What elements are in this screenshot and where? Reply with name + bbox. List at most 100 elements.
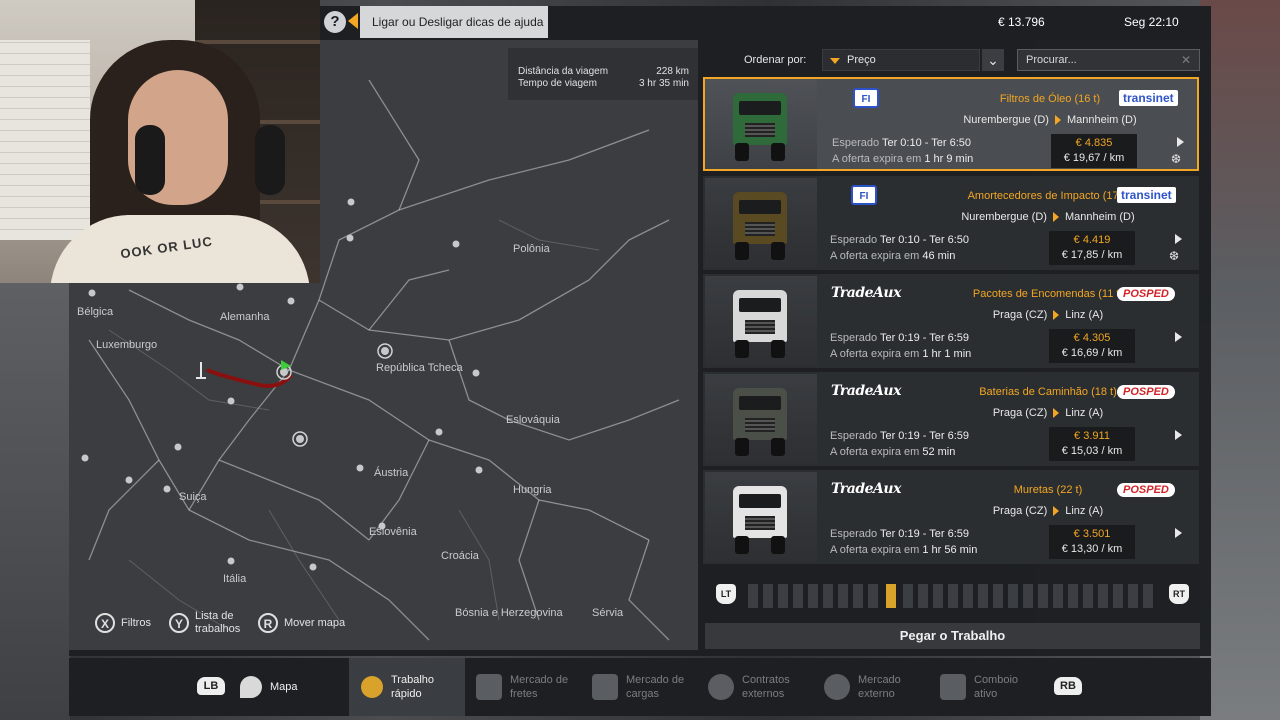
job-price: € 4.835 (1075, 137, 1113, 149)
page-indicator[interactable] (838, 584, 848, 608)
tab-mercado-fretes[interactable]: Mercado de fretes (476, 658, 568, 716)
page-indicator[interactable] (933, 584, 943, 608)
tab-mercado-cargas[interactable]: Mercado de cargas (592, 658, 684, 716)
page-indicator-active[interactable] (886, 584, 896, 608)
job-expected: Esperado Ter 0:19 - Ter 6:59 (830, 528, 970, 540)
source-company-logo: FI (851, 185, 877, 205)
job-route: Nurembergue (D) Mannheim (D) (963, 114, 1137, 126)
page-indicator[interactable] (778, 584, 788, 608)
page-indicator[interactable] (903, 584, 913, 608)
job-price-per-km: € 13,30 / km (1061, 543, 1123, 555)
take-job-button[interactable]: Pegar o Trabalho (705, 623, 1200, 649)
globe-icon (708, 674, 734, 700)
sort-value: Preço (847, 54, 876, 66)
page-indicator[interactable] (948, 584, 958, 608)
page-indicator[interactable] (1008, 584, 1018, 608)
route-arrow-icon (1053, 310, 1060, 321)
job-price-box: € 4.419 € 17,85 / km (1049, 231, 1135, 265)
job-expires: A oferta expira em 1 hr 1 min (830, 348, 972, 360)
tab-mapa[interactable]: Mapa (240, 658, 298, 716)
tab-comboio-ativo[interactable]: Comboio ativo (940, 658, 1018, 716)
job-row[interactable]: TradeAux Pacotes de Encomendas (11 t) PO… (703, 274, 1199, 368)
tab-contratos-externos[interactable]: Contratos externos (708, 658, 790, 716)
page-indicator[interactable] (1068, 584, 1078, 608)
job-row[interactable]: TradeAux Baterias de Caminhão (18 t) POS… (703, 372, 1199, 466)
trip-distance-label: Distância da viagem (518, 66, 609, 77)
job-pager: LT RT (712, 580, 1200, 610)
close-icon[interactable]: ✕ (1181, 53, 1191, 67)
page-indicator[interactable] (1098, 584, 1108, 608)
convoy-icon (940, 674, 966, 700)
source-company-logo: TradeAux (831, 481, 901, 497)
page-indicator[interactable] (763, 584, 773, 608)
source-company-logo: TradeAux (831, 285, 901, 301)
search-input[interactable] (1017, 49, 1200, 71)
sort-dropdown[interactable]: Preço (822, 49, 980, 71)
job-expires: A oferta expira em 52 min (830, 446, 956, 458)
page-indicator[interactable] (1128, 584, 1138, 608)
page-indicator[interactable] (808, 584, 818, 608)
job-price-per-km: € 16,69 / km (1061, 347, 1123, 359)
help-tooltip: Ligar ou Desligar dicas de ajuda (360, 6, 548, 38)
destination-company-logo: POSPED (1117, 385, 1175, 399)
play-icon (1175, 234, 1182, 244)
game-background-left (0, 280, 70, 720)
rt-button[interactable]: RT (1169, 584, 1189, 604)
job-row[interactable]: FI Amortecedores de Impacto (17 t) trans… (703, 176, 1199, 270)
headphones-icon (135, 125, 165, 195)
page-indicator[interactable] (793, 584, 803, 608)
page-indicator[interactable] (1113, 584, 1123, 608)
play-icon (1175, 332, 1182, 342)
source-company-logo: TradeAux (831, 383, 901, 399)
job-row[interactable]: FI Filtros de Óleo (16 t) transinet Nure… (703, 77, 1199, 171)
page-indicator[interactable] (823, 584, 833, 608)
page-indicator[interactable] (963, 584, 973, 608)
trip-time-label: Tempo de viagem (518, 78, 597, 89)
page-indicator[interactable] (993, 584, 1003, 608)
page-indicator[interactable] (1023, 584, 1033, 608)
tab-trabalho-rapido[interactable]: Trabalho rápido (349, 658, 465, 716)
job-route: Praga (CZ) Linz (A) (992, 505, 1104, 517)
page-indicator[interactable] (1038, 584, 1048, 608)
truck-thumbnail (705, 472, 817, 562)
page-indicator[interactable] (1053, 584, 1063, 608)
job-price: € 4.305 (1073, 332, 1111, 344)
truck-thumbnail (705, 178, 817, 268)
page-indicator[interactable] (853, 584, 863, 608)
truck-thumbnail (705, 79, 817, 169)
cargo-icon (592, 674, 618, 700)
page-indicator[interactable] (1083, 584, 1093, 608)
map-label-eslovaquia: Eslováquia (506, 414, 560, 426)
rb-button[interactable]: RB (1054, 677, 1082, 695)
route-arrow-icon (1054, 115, 1061, 126)
page-indicator[interactable] (1143, 584, 1153, 608)
job-list-control[interactable]: Y Lista de trabalhos (169, 610, 240, 636)
move-map-control[interactable]: R Mover mapa (258, 610, 345, 636)
route-arrow-icon (1052, 212, 1059, 223)
special-transport-icon: ❆ (1171, 152, 1182, 166)
page-indicator[interactable] (868, 584, 878, 608)
map-label-suica: Suiça (179, 491, 207, 503)
job-expected: Esperado Ter 0:19 - Ter 6:59 (830, 332, 970, 344)
map-label-belgica: Bélgica (77, 306, 114, 318)
help-arrow-icon (348, 13, 358, 29)
page-indicator[interactable] (978, 584, 988, 608)
tab-mercado-externo[interactable]: Mercado externo (824, 658, 901, 716)
lb-button[interactable]: LB (197, 677, 225, 695)
job-route: Praga (CZ) Linz (A) (992, 407, 1104, 419)
lt-button[interactable]: LT (716, 584, 736, 604)
job-expected: Esperado Ter 0:19 - Ter 6:59 (830, 430, 970, 442)
filters-control[interactable]: X Filtros (95, 610, 151, 636)
job-expected: Esperado Ter 0:10 - Ter 6:50 (832, 137, 972, 149)
sort-direction-icon (830, 58, 840, 64)
r-button-icon: R (258, 613, 278, 633)
map-label-tcheca: República Tcheca (376, 362, 463, 374)
map-label-croacia: Croácia (441, 550, 479, 562)
y-button-icon: Y (169, 613, 189, 633)
question-icon[interactable]: ? (324, 11, 346, 33)
page-indicator[interactable] (918, 584, 928, 608)
chevron-down-icon[interactable]: ⌄ (982, 49, 1004, 71)
job-row[interactable]: TradeAux Muretas (22 t) POSPED Praga (CZ… (703, 470, 1199, 564)
route-line (206, 368, 293, 388)
page-indicator[interactable] (748, 584, 758, 608)
